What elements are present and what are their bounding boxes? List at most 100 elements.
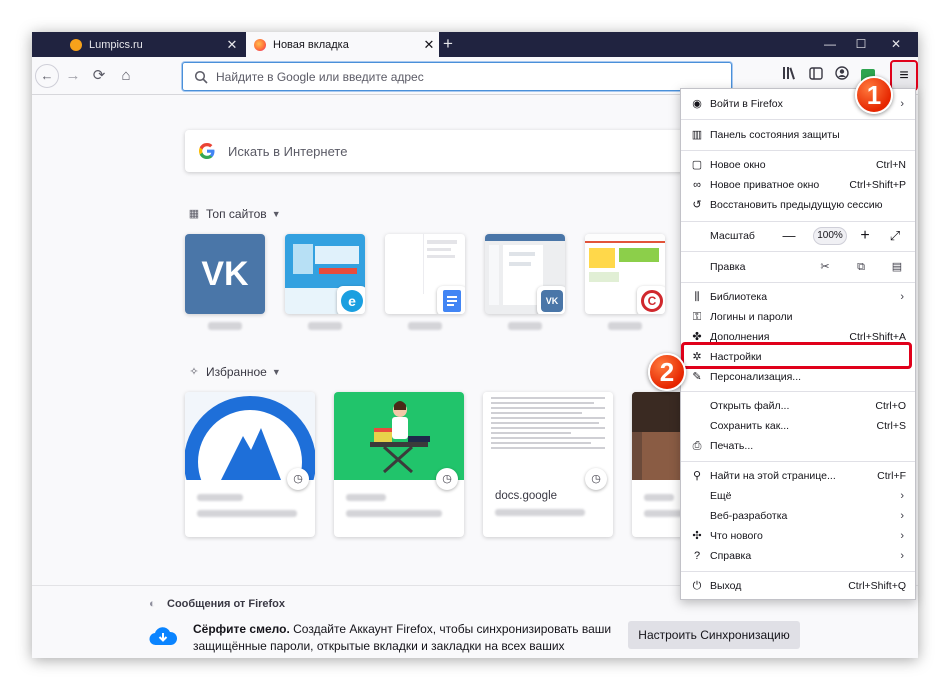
- firefox-favicon-icon: [254, 38, 266, 51]
- menu-item-label: Ещё: [710, 490, 732, 502]
- paste-icon[interactable]: ▤: [889, 259, 905, 275]
- menu-item-label: Печать...: [710, 440, 754, 452]
- vk-logo-icon: VK: [201, 255, 249, 293]
- menu-separator: [681, 221, 915, 222]
- menu-item-open-file[interactable]: Открыть файл... Ctrl+O: [681, 396, 915, 416]
- sync-message-bold: Сёрфите смело.: [193, 622, 290, 636]
- top-site-tile: [385, 234, 465, 314]
- sync-message: Сёрфите смело. Создайте Аккаунт Firefox,…: [193, 621, 623, 658]
- grid-icon: ▦: [188, 208, 200, 220]
- settings-highlight-box: [681, 342, 912, 369]
- copy-icon[interactable]: ⧉: [853, 259, 869, 275]
- chevron-down-icon: ▼: [271, 367, 281, 377]
- blank-icon: [690, 419, 704, 433]
- library-icon: ⫼: [694, 291, 700, 303]
- tab-new-tab[interactable]: Новая вкладка ✕: [246, 32, 439, 57]
- key-icon: ⚿: [692, 311, 702, 323]
- library-icon[interactable]: [780, 66, 800, 86]
- highlight-card[interactable]: ◷ docs.google: [483, 392, 613, 537]
- back-button[interactable]: ←: [35, 64, 59, 88]
- messages-title: Сообщения от Firefox: [167, 598, 286, 610]
- menu-item-help[interactable]: ? Справка ›: [681, 546, 915, 566]
- menu-item-label: Веб-разработка: [710, 510, 788, 522]
- menu-item-whats-new[interactable]: ✣ Что нового ›: [681, 526, 915, 546]
- menu-item-shortcut: Ctrl+F: [877, 470, 906, 482]
- sparkle-icon: ✧: [189, 366, 199, 378]
- menu-separator: [681, 391, 915, 392]
- top-site-vk[interactable]: VK: [185, 234, 265, 330]
- reload-button[interactable]: ⟳: [87, 64, 111, 88]
- clock-icon: ◷: [585, 468, 607, 490]
- menu-item-customize[interactable]: ✎ Персонализация...: [681, 367, 915, 387]
- close-tab-icon[interactable]: ✕: [419, 37, 439, 53]
- zoom-out-button[interactable]: —: [781, 226, 797, 246]
- menu-item-save-as[interactable]: Сохранить как... Ctrl+S: [681, 416, 915, 436]
- top-site-4[interactable]: VK: [485, 234, 565, 330]
- menu-item-library[interactable]: ⫼ Библиотека ›: [681, 287, 915, 307]
- sidebar-icon[interactable]: [806, 66, 826, 86]
- vk-badge-icon: VK: [537, 286, 565, 314]
- app-menu-button[interactable]: ≡: [890, 60, 918, 91]
- site-badge-icon: C: [637, 286, 665, 314]
- menu-item-find[interactable]: ⚲ Найти на этой странице... Ctrl+F: [681, 466, 915, 486]
- top-site-label: [408, 322, 442, 330]
- zoom-reset-button[interactable]: 100%: [813, 227, 847, 245]
- menu-item-private-window[interactable]: ∞ Новое приватное окно Ctrl+Shift+P: [681, 175, 915, 195]
- fullscreen-button[interactable]: ⤢: [887, 226, 903, 246]
- account-icon[interactable]: [832, 66, 852, 86]
- menu-item-print[interactable]: ⎙ Печать...: [681, 436, 915, 456]
- menu-item-shortcut: Ctrl+Shift+Q: [848, 580, 906, 592]
- menu-item-exit[interactable]: ⏻ Выход Ctrl+Shift+Q: [681, 576, 915, 596]
- highlights-header[interactable]: ✧ Избранное ▼: [187, 365, 281, 379]
- menu-item-label: Восстановить предыдущую сессию: [710, 199, 883, 211]
- chevron-right-icon: ›: [900, 550, 904, 562]
- search-icon: [194, 70, 208, 84]
- close-tab-icon[interactable]: ✕: [222, 37, 242, 53]
- menu-item-new-window[interactable]: ▢ Новое окно Ctrl+N: [681, 155, 915, 175]
- top-site-5[interactable]: C: [585, 234, 665, 330]
- zoom-in-button[interactable]: +: [857, 226, 873, 246]
- maximize-button[interactable]: ☐: [841, 32, 881, 57]
- top-site-tile: e: [285, 234, 365, 314]
- menu-item-label: Новое окно: [710, 159, 766, 171]
- url-placeholder: Найдите в Google или введите адрес: [216, 69, 424, 84]
- highlight-card[interactable]: ◷: [185, 392, 315, 537]
- menu-item-label: Логины и пароли: [710, 311, 793, 323]
- web-search-box[interactable]: Искать в Интернете: [185, 130, 685, 172]
- top-sites-header[interactable]: ▦ Топ сайтов ▼: [187, 207, 281, 221]
- menu-separator: [681, 119, 915, 120]
- top-site-3[interactable]: [385, 234, 465, 330]
- new-tab-button[interactable]: +: [438, 33, 458, 55]
- top-site-label: [208, 322, 242, 330]
- brush-icon: ✎: [692, 371, 702, 383]
- blank-icon: [690, 509, 704, 523]
- highlights-title: Избранное: [206, 365, 267, 379]
- close-window-button[interactable]: ✕: [876, 32, 916, 57]
- clock-icon: ◷: [436, 468, 458, 490]
- forward-button[interactable]: →: [61, 64, 85, 88]
- menu-item-more[interactable]: Ещё ›: [681, 486, 915, 506]
- menu-item-label: Справка: [710, 550, 752, 562]
- menu-item-label: Что нового: [710, 530, 763, 542]
- docs-badge-icon: [437, 286, 465, 314]
- setup-sync-button[interactable]: Настроить Синхронизацию: [628, 621, 800, 649]
- top-site-tile: VK: [185, 234, 265, 314]
- menu-item-label: Панель состояния защиты: [710, 129, 840, 141]
- url-bar[interactable]: Найдите в Google или введите адрес: [182, 62, 732, 91]
- menu-item-logins[interactable]: ⚿ Логины и пароли: [681, 307, 915, 327]
- top-site-2[interactable]: e: [285, 234, 365, 330]
- tab-lumpics[interactable]: Lumpics.ru ✕: [62, 32, 242, 57]
- tab-title: Новая вкладка: [273, 38, 349, 51]
- menu-item-restore-session[interactable]: ↺ Восстановить предыдущую сессию: [681, 195, 915, 215]
- menu-item-web-dev[interactable]: Веб-разработка ›: [681, 506, 915, 526]
- home-button[interactable]: ⌂: [114, 64, 138, 88]
- menu-item-shortcut: Ctrl+S: [876, 420, 906, 432]
- tab-title: Lumpics.ru: [89, 38, 143, 51]
- messages-icon: ◐: [149, 598, 156, 610]
- menu-item-label: Сохранить как...: [710, 420, 790, 432]
- menu-separator: [681, 150, 915, 151]
- highlight-card[interactable]: ◷: [334, 392, 464, 537]
- cut-icon[interactable]: ✂: [817, 259, 833, 275]
- restore-icon: ↺: [692, 199, 702, 211]
- menu-item-protection[interactable]: ▥ Панель состояния защиты: [681, 125, 915, 145]
